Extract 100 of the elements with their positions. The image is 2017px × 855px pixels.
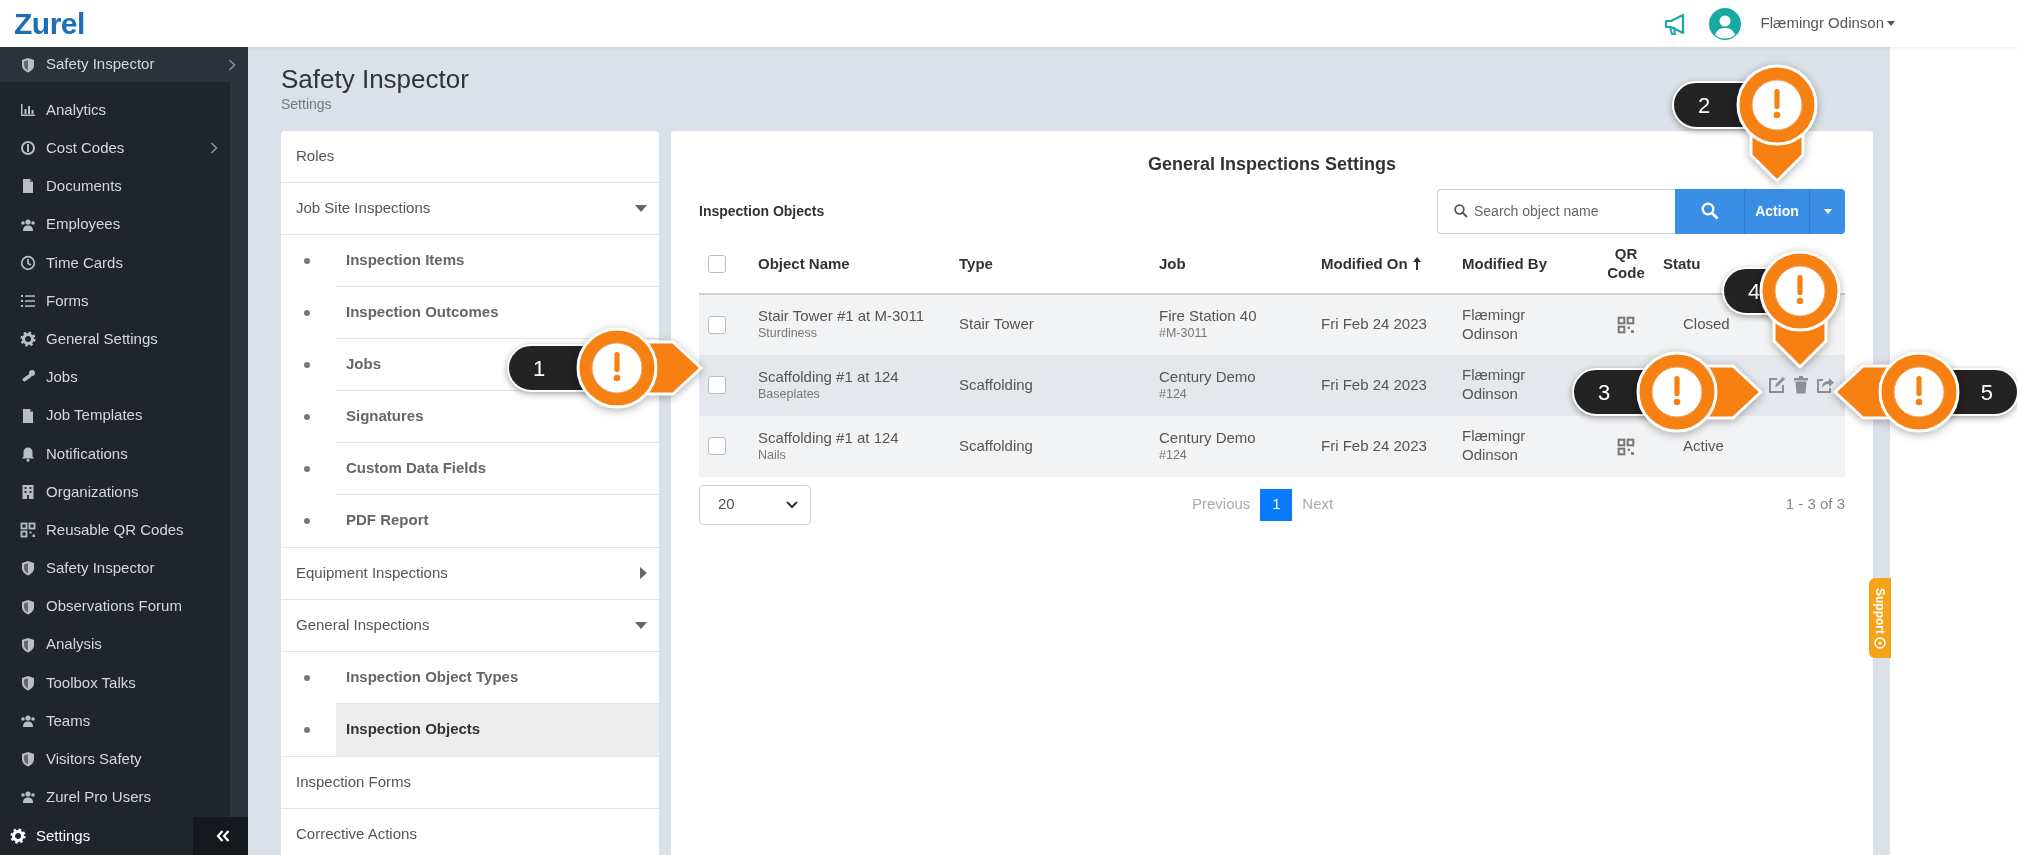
- qr-code-icon[interactable]: [1617, 437, 1635, 456]
- search-button[interactable]: [1675, 188, 1744, 234]
- table-cell-text: Fire Station 40: [1159, 307, 1258, 327]
- page-size-select[interactable]: 20: [699, 484, 811, 525]
- document-icon: [20, 178, 36, 195]
- shield-icon: [20, 560, 36, 577]
- sidebar-item[interactable]: Job Templates: [0, 396, 230, 435]
- search-icon: [1700, 202, 1719, 221]
- submenu-item[interactable]: Inspection Outcomes: [346, 300, 499, 324]
- table-cell: Stair Tower: [959, 315, 1034, 333]
- row-checkbox[interactable]: [708, 376, 726, 395]
- page-subtitle: Settings: [281, 94, 332, 114]
- shield-icon: [20, 636, 36, 653]
- help-circle-icon: [1874, 636, 1886, 649]
- table-cell: Active: [1683, 436, 1724, 456]
- table-cell: Fri Feb 24 2023: [1321, 375, 1427, 393]
- menu-item[interactable]: Inspection Forms: [281, 756, 659, 809]
- sidebar-item[interactable]: Jobs: [0, 358, 230, 397]
- sidebar-item[interactable]: Analysis: [0, 625, 230, 664]
- avatar-icon: [1708, 7, 1741, 40]
- qr-code-icon: [20, 522, 36, 539]
- people-icon: [20, 713, 36, 730]
- sidebar-item[interactable]: Visitors Safety: [0, 740, 230, 779]
- trash-icon[interactable]: [1793, 376, 1809, 395]
- table-cell: Fri Feb 24 2023: [1321, 315, 1427, 333]
- sidebar-item[interactable]: Settings: [0, 817, 193, 855]
- table-cell: Fri Feb 24 2023: [1321, 436, 1427, 454]
- sidebar-item[interactable]: Toolbox Talks: [0, 663, 230, 702]
- column-header[interactable]: Job: [1159, 254, 1186, 272]
- sidebar-item[interactable]: Safety Inspector: [0, 549, 230, 588]
- sidebar-item[interactable]: Employees: [0, 205, 230, 244]
- sidebar-item[interactable]: Analytics: [0, 91, 230, 130]
- sidebar-item[interactable]: Documents: [0, 167, 230, 206]
- table-cell-text: #M-3011: [1159, 326, 1209, 342]
- sidebar-item[interactable]: Reusable QR Codes: [0, 511, 230, 550]
- result-count: 1 - 3 of 3: [1785, 494, 1845, 515]
- share-icon[interactable]: [1816, 376, 1834, 395]
- table-cell-text: Century Demo: [1159, 428, 1257, 448]
- table-cell-text: Scaffolding #1 at 124: [758, 428, 900, 448]
- sidebar-item[interactable]: Observations Forum: [0, 587, 230, 626]
- dropdown-toggle-button[interactable]: [1809, 188, 1845, 234]
- table-cell-text: Flæmingr Odinson: [1462, 366, 1527, 404]
- table-cell-text: Baseplates: [758, 386, 821, 403]
- sidebar-item[interactable]: General Settings: [0, 320, 230, 359]
- column-header[interactable]: Object Name: [758, 254, 850, 272]
- submenu-item[interactable]: Inspection Object Types: [346, 665, 519, 689]
- select-all-checkbox[interactable]: [708, 255, 726, 274]
- menu-item[interactable]: Equipment Inspections: [281, 547, 659, 600]
- column-header[interactable]: QR Code: [1604, 243, 1648, 283]
- table-cell: Scaffolding: [959, 436, 1033, 454]
- menu-item[interactable]: Job Site Inspections: [281, 182, 659, 235]
- qr-code-icon[interactable]: [1617, 316, 1635, 335]
- bullet-icon: [304, 309, 310, 316]
- sidebar-item[interactable]: Organizations: [0, 472, 230, 512]
- menu-item[interactable]: General Inspections: [281, 599, 659, 652]
- sidebar-item[interactable]: Cost Codes: [0, 129, 230, 168]
- table-cell-text: Sturdiness: [758, 326, 819, 342]
- bullet-icon: [304, 726, 310, 733]
- sidebar-item[interactable]: Forms: [0, 281, 230, 321]
- shield-icon: [20, 598, 36, 615]
- column-header[interactable]: Statu: [1663, 254, 1701, 272]
- submenu-item[interactable]: Jobs: [346, 352, 381, 376]
- submenu-item[interactable]: Signatures: [346, 404, 424, 428]
- logo: Zurel: [14, 6, 85, 42]
- edit-icon[interactable]: [1768, 376, 1786, 395]
- bullet-icon: [304, 413, 310, 420]
- sidebar-item[interactable]: Safety Inspector: [0, 47, 248, 82]
- column-header[interactable]: Modified By: [1462, 254, 1547, 272]
- search-icon: [1454, 203, 1468, 218]
- coin-icon: [20, 140, 36, 157]
- double-chevron-left-icon: [216, 830, 230, 842]
- row-checkbox[interactable]: [708, 315, 726, 334]
- search-field[interactable]: Search object name: [1437, 188, 1675, 234]
- submenu-item[interactable]: Inspection Objects: [346, 718, 481, 741]
- table-cell-text: Century Demo: [1159, 367, 1257, 387]
- caret-down-icon: [1887, 21, 1895, 26]
- list-icon: [20, 293, 36, 310]
- sidebar-item[interactable]: Time Cards: [0, 243, 230, 282]
- sidebar-item[interactable]: Teams: [0, 702, 230, 741]
- chevron-down-icon: [786, 500, 798, 509]
- shield-icon: [20, 674, 36, 691]
- column-header[interactable]: Modified On: [1321, 254, 1408, 272]
- page-number-button[interactable]: 1: [1260, 488, 1293, 521]
- menu-item[interactable]: Roles: [281, 130, 659, 183]
- sidebar-item[interactable]: Zurel Pro Users: [0, 778, 230, 817]
- submenu-item[interactable]: Inspection Items: [346, 248, 465, 272]
- sidebar-item[interactable]: Notifications: [0, 434, 230, 473]
- table-cell-text: #124: [1159, 386, 1188, 403]
- row-checkbox[interactable]: [708, 437, 726, 456]
- bullet-icon: [304, 465, 310, 472]
- table-cell-text: #124: [1159, 447, 1188, 464]
- bar-chart-icon: [20, 102, 36, 119]
- menu-item[interactable]: Corrective Actions: [281, 808, 659, 855]
- column-header[interactable]: Type: [959, 254, 993, 272]
- submenu-item[interactable]: Custom Data Fields: [346, 456, 487, 480]
- card-title: General Inspections Settings: [1146, 152, 1398, 176]
- table-cell-text: Scaffolding #1 at 124: [758, 367, 900, 387]
- bullet-icon: [304, 257, 310, 264]
- user-menu[interactable]: Flæmingr Odinson: [1760, 12, 1895, 35]
- submenu-item[interactable]: PDF Report: [346, 509, 429, 532]
